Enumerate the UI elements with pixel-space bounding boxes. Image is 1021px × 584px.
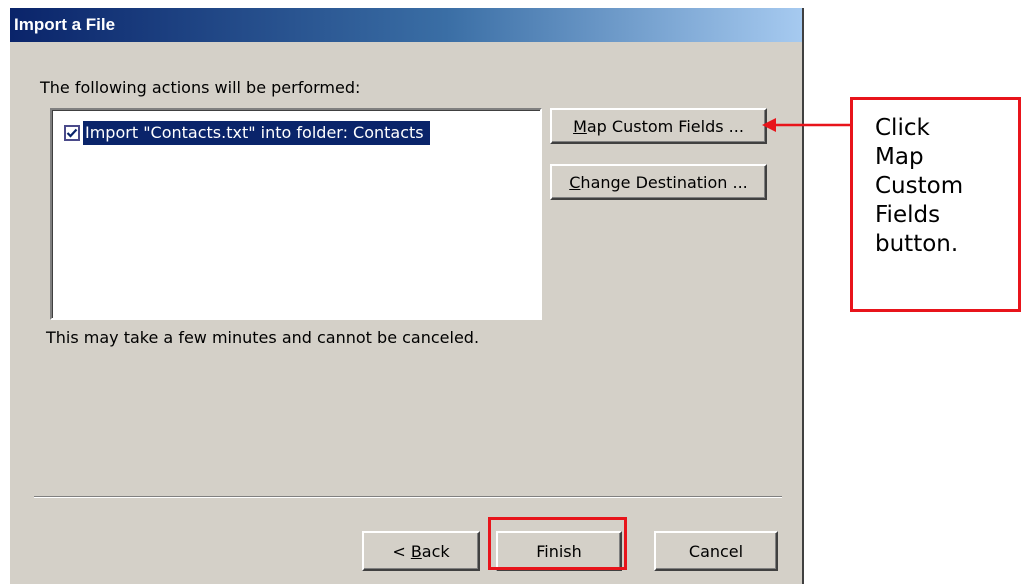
back-button[interactable]: < Back: [362, 531, 480, 571]
callout-line: Map: [875, 144, 924, 170]
cancel-button[interactable]: Cancel: [654, 531, 778, 571]
divider: [34, 496, 782, 498]
change-button-label: Change Destination ...: [569, 172, 748, 192]
map-custom-fields-button[interactable]: Map Custom Fields ...: [550, 108, 767, 144]
callout-arrow-icon: [762, 118, 850, 132]
callout-line: Click: [875, 115, 930, 141]
checkbox-checked-icon[interactable]: [64, 125, 80, 141]
change-destination-button[interactable]: Change Destination ...: [550, 164, 767, 200]
instruction-callout: Click Map Custom Fields button.: [850, 97, 1021, 312]
map-button-label: Map Custom Fields ...: [573, 116, 744, 136]
warning-note: This may take a few minutes and cannot b…: [46, 328, 480, 347]
list-item[interactable]: Import "Contacts.txt" into folder: Conta…: [64, 120, 430, 146]
actions-listbox[interactable]: Import "Contacts.txt" into folder: Conta…: [50, 108, 542, 320]
callout-line: Fields: [875, 202, 941, 228]
back-button-label: < Back: [392, 541, 450, 561]
finish-button[interactable]: Finish: [496, 531, 622, 571]
import-file-dialog: Import a File The following actions will…: [8, 8, 804, 584]
callout-line: button.: [875, 231, 959, 257]
actions-label: The following actions will be performed:: [40, 78, 361, 97]
callout-line: Custom: [875, 173, 964, 199]
dialog-title: Import a File: [10, 8, 802, 42]
list-item-label: Import "Contacts.txt" into folder: Conta…: [83, 121, 430, 145]
